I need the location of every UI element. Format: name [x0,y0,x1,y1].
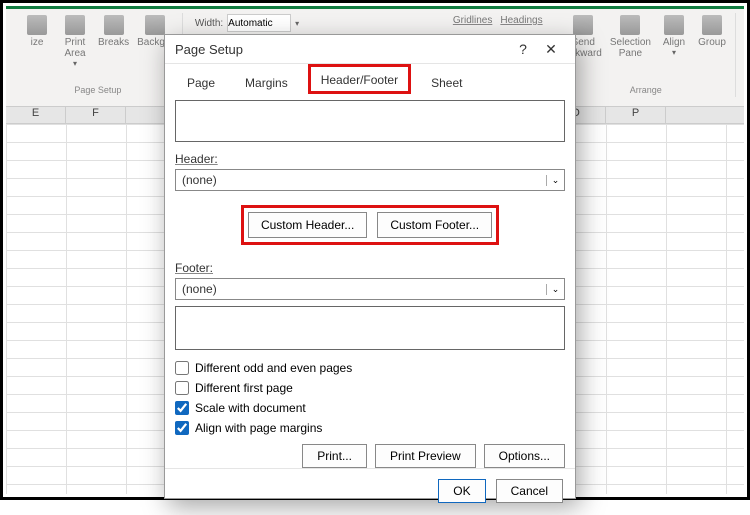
custom-footer-button[interactable]: Custom Footer... [377,212,492,238]
dialog-backdrop: Page Setup ? ✕ Page Margins Header/Foote… [6,6,744,494]
ok-button[interactable]: OK [438,479,485,503]
dialog-tabs: Page Margins Header/Footer Sheet [165,64,575,94]
excel-window: ize Print Area▾ Breaks Backgro Page Setu… [6,6,744,494]
tab-header-footer[interactable]: Header/Footer [311,67,408,91]
footer-preview [175,306,565,350]
chevron-down-icon[interactable]: ⌄ [546,284,564,295]
diff-first-checkbox[interactable]: Different first page [175,381,565,395]
page-setup-dialog: Page Setup ? ✕ Page Margins Header/Foote… [164,34,576,499]
align-margins-checkbox[interactable]: Align with page margins [175,421,565,435]
tab-page[interactable]: Page [177,70,225,94]
header-combo[interactable]: (none) ⌄ [175,169,565,191]
tab-sheet[interactable]: Sheet [421,70,472,94]
help-button[interactable]: ? [509,35,537,63]
header-label: Header: [175,152,565,166]
header-value: (none) [176,173,546,187]
chevron-down-icon[interactable]: ⌄ [546,175,564,186]
dialog-content: Header: (none) ⌄ Custom Header... Custom… [165,94,575,468]
print-preview-button[interactable]: Print Preview [375,444,476,468]
dialog-title: Page Setup [175,42,509,57]
close-button[interactable]: ✕ [537,35,565,63]
cancel-button[interactable]: Cancel [496,479,563,503]
print-button[interactable]: Print... [302,444,367,468]
highlight-custom-buttons: Custom Header... Custom Footer... [241,205,499,245]
footer-label: Footer: [175,261,565,275]
header-preview [175,100,565,142]
options-button[interactable]: Options... [484,444,565,468]
dialog-footer: OK Cancel [165,468,575,515]
dialog-titlebar: Page Setup ? ✕ [165,35,575,64]
footer-combo[interactable]: (none) ⌄ [175,278,565,300]
highlight-header-footer-tab: Header/Footer [308,64,411,94]
custom-header-button[interactable]: Custom Header... [248,212,367,238]
diff-odd-even-checkbox[interactable]: Different odd and even pages [175,361,565,375]
tab-margins[interactable]: Margins [235,70,298,94]
footer-value: (none) [176,282,546,296]
scale-doc-checkbox[interactable]: Scale with document [175,401,565,415]
